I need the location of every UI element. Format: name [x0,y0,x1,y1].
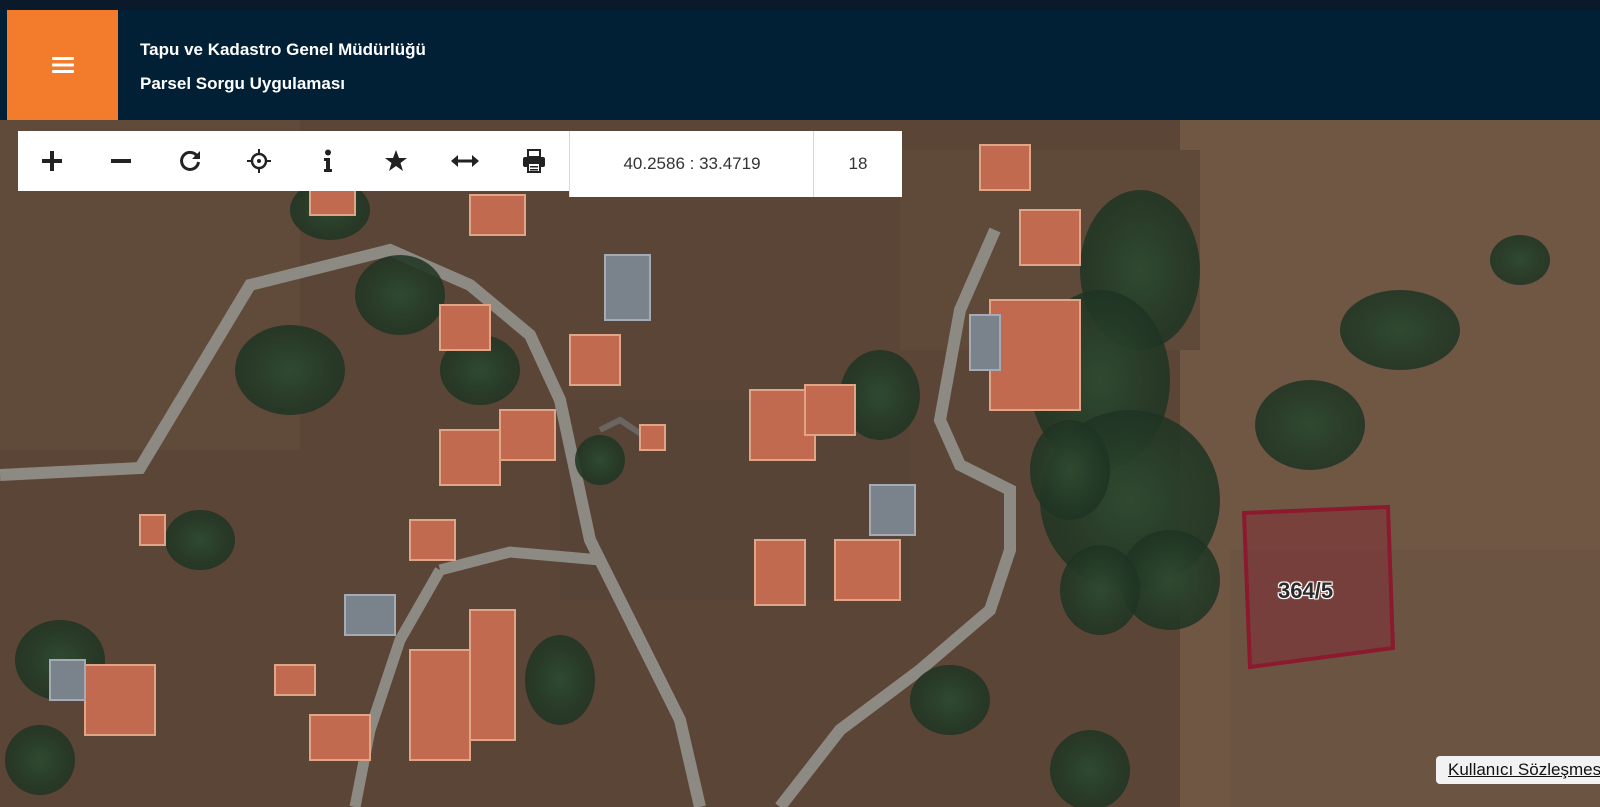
zoom-out-button[interactable] [87,131,156,191]
crosshair-icon [246,149,271,173]
arrows-horizontal-icon [451,155,480,167]
parcel-label[interactable]: 364/5 [1278,578,1333,604]
coordinates-display: 40.2586 : 33.4719 [569,131,814,197]
print-button[interactable] [500,131,569,191]
app-header: Tapu ve Kadastro Genel Müdürlüğü Parsel … [0,10,1600,120]
info-button[interactable] [293,131,362,191]
favorites-button[interactable] [362,131,431,191]
satellite-map[interactable] [0,120,1600,807]
terms-link[interactable]: Kullanıcı Sözleşmesi [1436,756,1600,784]
app-subtitle: Parsel Sorgu Uygulaması [140,74,346,93]
locate-button[interactable] [224,131,293,191]
hamburger-menu-icon [51,57,74,73]
app-title: Tapu ve Kadastro Genel Müdürlüğü [140,40,426,59]
zoom-level-display: 18 [813,131,902,197]
star-icon [385,150,408,171]
top-strip [0,0,1600,10]
print-icon [522,149,545,173]
menu-button[interactable] [7,10,118,120]
measure-button[interactable] [431,131,500,191]
refresh-icon [180,150,200,171]
minus-icon [111,159,132,163]
refresh-button[interactable] [156,131,225,191]
info-icon [323,149,332,172]
zoom-in-button[interactable] [18,131,87,191]
plus-icon [42,151,63,171]
map-toolbar [18,131,569,191]
